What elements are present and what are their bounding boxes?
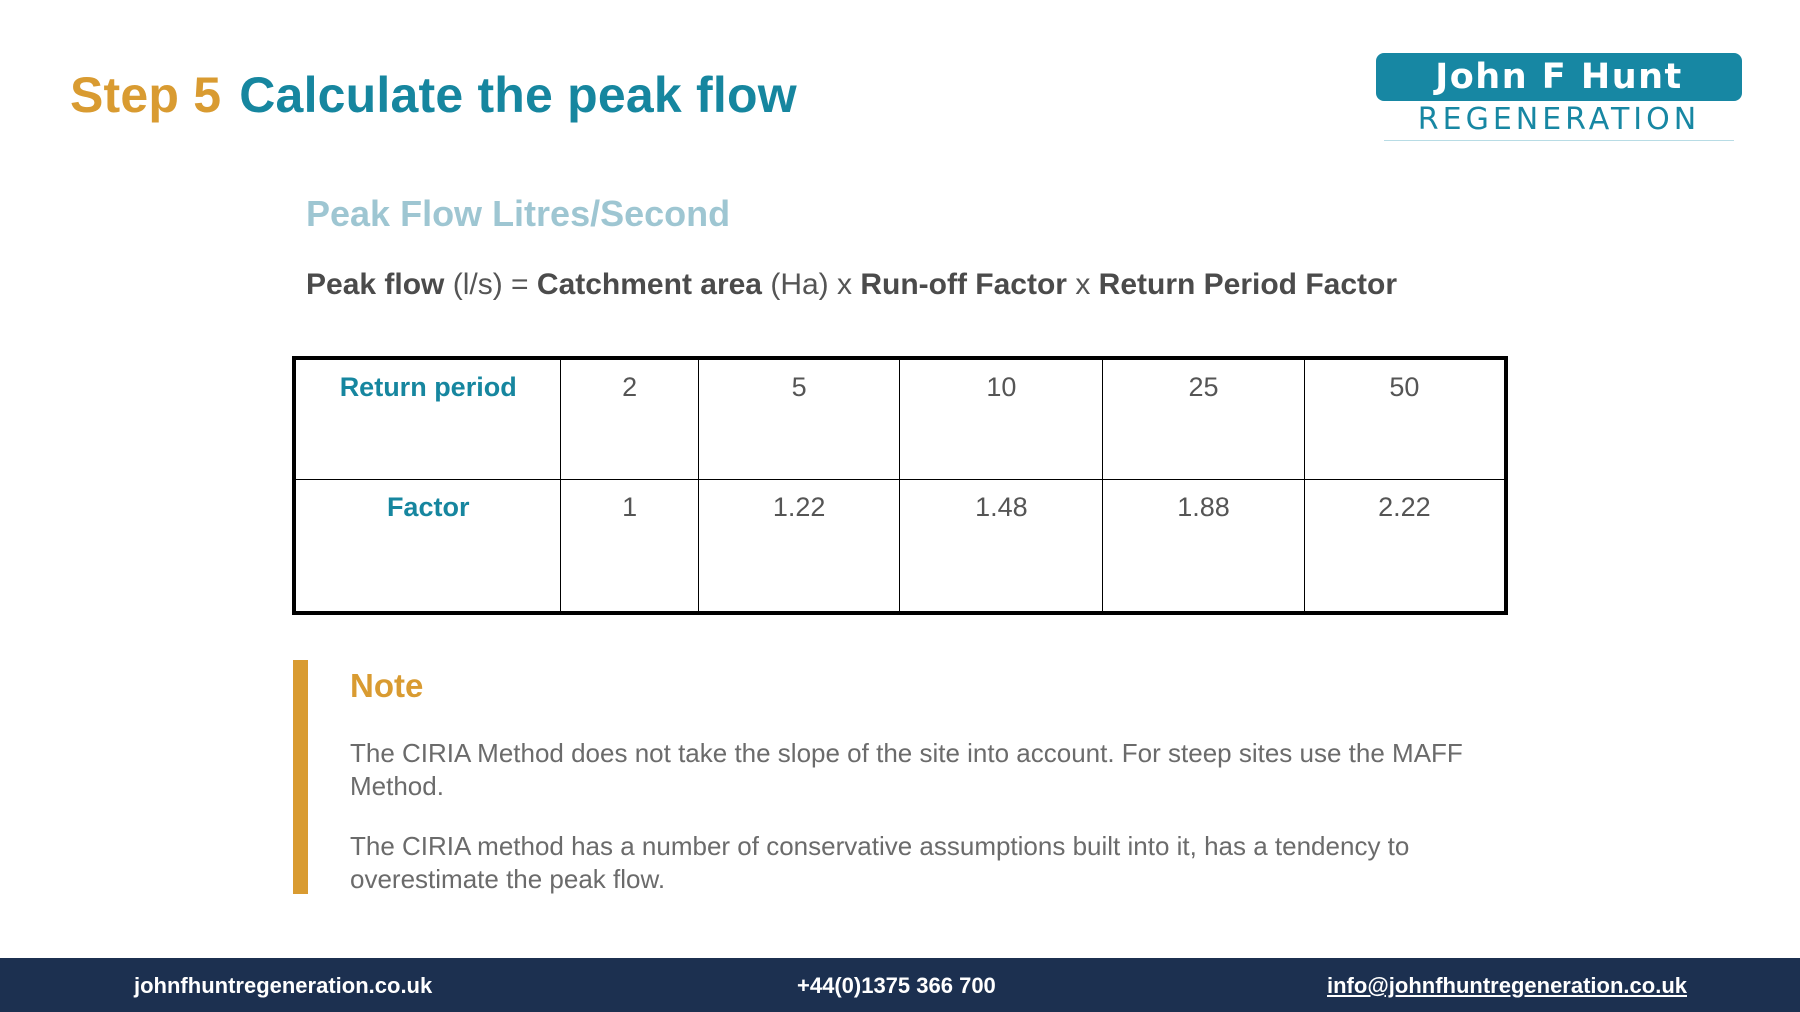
table-cell: 1.22 [697, 479, 901, 614]
table-cell: 25 [1102, 357, 1305, 480]
formula-term-return-period-factor: Return Period Factor [1098, 268, 1398, 301]
logo-name: John F Hunt [1376, 53, 1742, 101]
logo-divider [1384, 140, 1734, 141]
formula-term-catchment-area: Catchment area [536, 268, 762, 301]
return-period-factor-table: Return period 2 5 10 25 50 Factor 1 1.22… [292, 356, 1508, 615]
footer-bar: johnfhuntregeneration.co.uk +44(0)1375 3… [0, 958, 1800, 1012]
row-header-factor: Factor [293, 479, 562, 614]
table-cell: 2.22 [1303, 479, 1507, 614]
step-label: Step 5 [70, 67, 222, 123]
table-cell: 10 [899, 357, 1104, 480]
formula-unit-ls: (l/s) = [444, 268, 537, 301]
page-title: Step 5 Calculate the peak flow [70, 66, 797, 124]
note-accent-bar [293, 660, 308, 894]
table-cell: 5 [697, 357, 901, 480]
footer-phone: +44(0)1375 366 700 [797, 973, 996, 998]
note-paragraph-slope: The CIRIA Method does not take the slope… [350, 738, 1463, 801]
note-title: Note [350, 667, 424, 704]
table-cell: 2 [560, 357, 699, 480]
formula-term-peak-flow: Peak flow [306, 268, 445, 301]
table-cell: 1.88 [1102, 479, 1305, 614]
title-text: Calculate the peak flow [239, 67, 797, 123]
note-paragraph-conservative: The CIRIA method has a number of conserv… [350, 831, 1410, 894]
formula-operator: x [1066, 268, 1099, 301]
formula-term-runoff-factor: Run-off Factor [860, 268, 1067, 301]
section-subtitle: Peak Flow Litres/Second [306, 193, 731, 234]
table-cell: 1.48 [899, 479, 1104, 614]
logo-tagline: REGENERATION [1417, 102, 1701, 137]
peak-flow-formula: Peak flow (l/s) = Catchment area (Ha) x … [306, 268, 1397, 302]
company-logo: John F Hunt REGENERATION [1376, 53, 1742, 141]
footer-website-link[interactable]: johnfhuntregeneration.co.uk [134, 973, 432, 999]
table-cell: 50 [1303, 357, 1507, 480]
footer-email-link[interactable]: info@johnfhuntregeneration.co.uk [1327, 973, 1687, 999]
table-cell: 1 [560, 479, 699, 614]
table-row-return-period: Return period 2 5 10 25 50 [293, 357, 1507, 480]
table-row-factor: Factor 1 1.22 1.48 1.88 2.22 [293, 479, 1507, 614]
row-header-return-period: Return period [293, 357, 562, 480]
formula-unit-ha: (Ha) x [762, 268, 861, 301]
